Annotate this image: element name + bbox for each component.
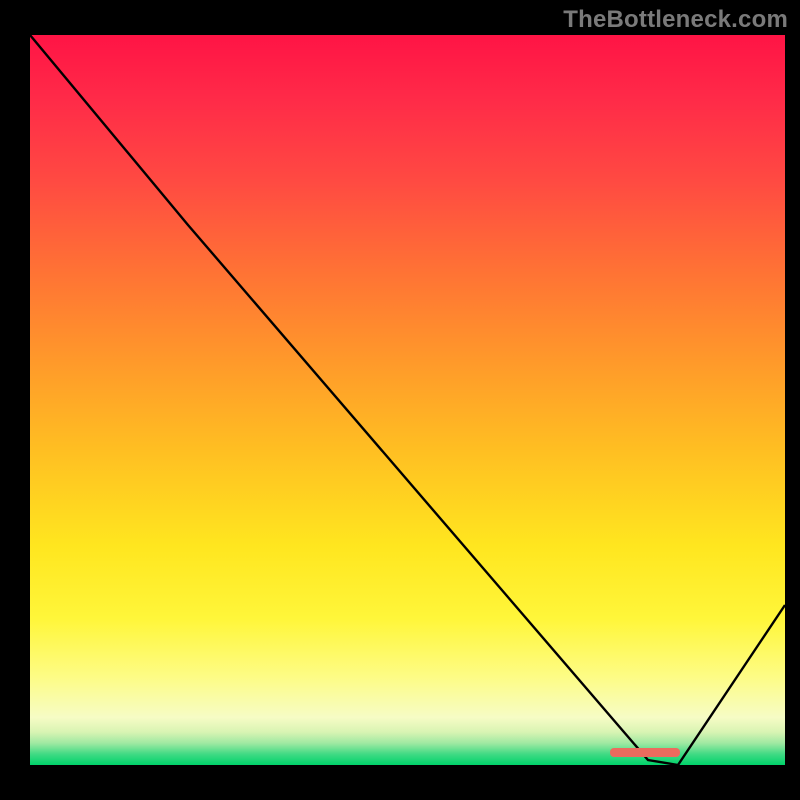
plot-area bbox=[30, 35, 785, 765]
bottleneck-curve bbox=[30, 35, 785, 765]
curve-path bbox=[30, 35, 785, 765]
sweet-spot-marker bbox=[610, 748, 680, 757]
chart-frame: TheBottleneck.com bbox=[0, 0, 800, 800]
watermark-label: TheBottleneck.com bbox=[563, 6, 788, 34]
